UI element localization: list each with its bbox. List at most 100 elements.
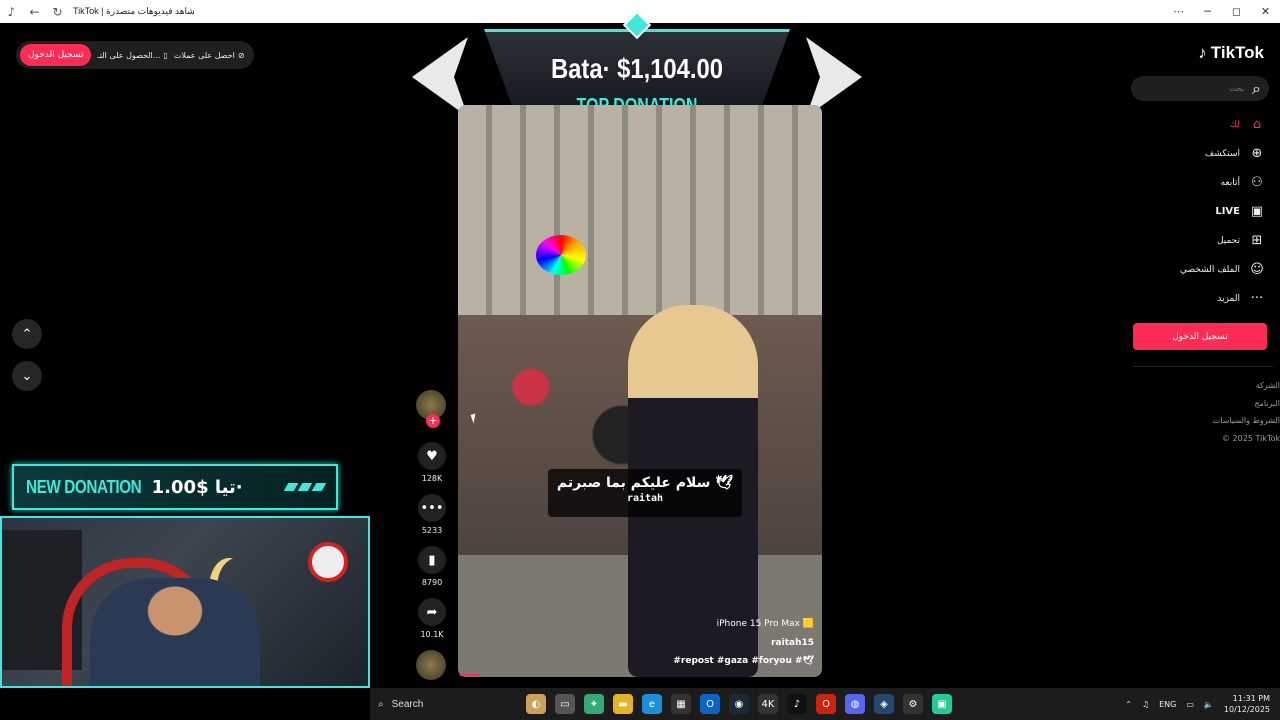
search-input[interactable] xyxy=(1154,84,1245,93)
sidebar-login-button[interactable]: تسجيل الدخول xyxy=(1133,323,1267,350)
next-video-button[interactable]: ⌄ xyxy=(12,361,42,391)
live-icon: ▣ xyxy=(1250,204,1264,219)
maximize-button[interactable]: ◻ xyxy=(1222,0,1251,23)
share-button[interactable]: ➦ 10.1K xyxy=(416,598,448,639)
video-scene-buildings xyxy=(458,105,822,345)
follow-plus-icon[interactable]: + xyxy=(426,414,440,428)
sidebar-item-label: استكشف xyxy=(1204,148,1240,159)
discord-icon[interactable]: ◍ xyxy=(845,694,865,714)
tiktok-favicon-icon: ♪ xyxy=(7,4,16,19)
save-button[interactable]: ▮ 8790 xyxy=(416,546,448,587)
creator-avatar-button[interactable]: + xyxy=(416,390,448,428)
comment-icon: ••• xyxy=(418,494,446,522)
back-arrow-icon[interactable]: ← xyxy=(23,0,46,23)
like-button[interactable]: ♥ 128K xyxy=(416,442,448,483)
sidebar-footer-links: الشركة البرنامج الشروط والسياسات © 2025 … xyxy=(1213,377,1280,447)
sidebar: ♪ TikTok ⌕ لك ⌂ استكشف ⊕ أتابعه ⚇ LIVE ▣… xyxy=(1125,23,1280,688)
app-icon[interactable]: ▣ xyxy=(932,694,952,714)
caption-line2: raitah xyxy=(626,493,664,504)
settings-gear-icon[interactable]: ⚙ xyxy=(903,694,923,714)
sidebar-item-label: المزيد xyxy=(1217,293,1240,304)
taskbar-search[interactable]: ⌕ Search xyxy=(378,692,506,716)
video-hashtags[interactable]: #repost #gaza #foryou #🕊 xyxy=(673,656,814,666)
new-donation-amount: 1.00$ تيا· xyxy=(151,476,243,498)
link-terms[interactable]: الشروط والسياسات xyxy=(1213,412,1280,430)
edge-icon[interactable]: e xyxy=(642,694,662,714)
network-icon[interactable]: ▭ xyxy=(1186,700,1194,709)
video-caption: سلام عليكم بما صبرتم 🕊 raitah xyxy=(548,469,742,517)
browser-menu-button[interactable]: ⋯ xyxy=(1164,0,1193,23)
previous-video-button[interactable]: ⌃ xyxy=(12,319,42,349)
sidebar-item-label: تحميل xyxy=(1216,235,1240,246)
opera-icon[interactable]: O xyxy=(816,694,836,714)
tiktok-app-icon[interactable]: ♪ xyxy=(787,694,807,714)
windows-taskbar: ⌕ Search ◐ ▭ ✦ ▬ e ▦ O ◉ 4K ♪ O ◍ ◈ ⚙ ▣ … xyxy=(370,688,1280,720)
file-explorer-icon[interactable]: ▬ xyxy=(613,694,633,714)
top-login-button[interactable]: تسجيل الدخول xyxy=(20,44,92,66)
more-icon: ··· xyxy=(1250,291,1264,306)
upload-icon: ⊞ xyxy=(1251,233,1263,248)
sidebar-item-explore[interactable]: استكشف ⊕ xyxy=(1126,139,1266,168)
video-username[interactable]: raitah15 xyxy=(771,638,814,648)
widgets-icon[interactable]: ◐ xyxy=(526,694,546,714)
sidebar-item-label: أتابعه xyxy=(1220,177,1240,188)
video-progress-bar[interactable] xyxy=(460,674,480,676)
new-donation-bar: NEW DONATION 1.00$ تيا· xyxy=(12,464,338,510)
copilot-icon[interactable]: ✦ xyxy=(584,694,604,714)
taskbar-clock[interactable]: 11:31 PM 10/12/2025 xyxy=(1224,693,1270,715)
get-app-button[interactable]: الحصول على التـ... ▯ xyxy=(97,51,167,60)
top-donation-banner: Bata· $1,104.00 TOP DONATION xyxy=(398,10,876,117)
link-program[interactable]: البرنامج xyxy=(1213,395,1280,413)
video-player[interactable] xyxy=(458,105,822,677)
minimize-button[interactable]: ─ xyxy=(1193,0,1222,23)
microphone-icon[interactable]: ♫ xyxy=(1142,700,1149,709)
phone-icon: ▯ xyxy=(163,50,168,60)
sidebar-menu: لك ⌂ استكشف ⊕ أتابعه ⚇ LIVE ▣ تحميل ⊞ ال… xyxy=(1126,110,1266,313)
reload-icon[interactable]: ↻ xyxy=(46,0,69,23)
store-icon[interactable]: ▦ xyxy=(671,694,691,714)
share-count: 10.1K xyxy=(420,630,444,639)
clock-time: 11:31 PM xyxy=(1232,694,1270,703)
comment-button[interactable]: ••• 5233 xyxy=(416,494,448,535)
music-disc-button[interactable] xyxy=(416,650,448,680)
tiktok-logo[interactable]: ♪ TikTok xyxy=(1198,43,1264,63)
bookmark-icon: ▮ xyxy=(418,546,446,574)
get-app-label: الحصول على التـ... xyxy=(97,50,161,60)
caption-line1: سلام عليكم بما صبرتم 🕊 xyxy=(556,475,734,491)
streamer xyxy=(90,578,260,686)
shield-icon[interactable]: ◈ xyxy=(874,694,894,714)
share-arrow-icon: ➦ xyxy=(418,598,446,626)
link-company[interactable]: الشركة xyxy=(1213,377,1280,395)
system-tray: ⌃ ♫ ENG ▭ 🔈 11:31 PM 10/12/2025 xyxy=(1125,693,1280,715)
video-scene-clown xyxy=(536,235,586,275)
outlook-icon[interactable]: O xyxy=(700,694,720,714)
window-title: TikTok | شاهد فيديوهات متصدرة xyxy=(73,6,195,16)
chevron-up-icon[interactable]: ⌃ xyxy=(1125,700,1132,709)
search-icon: ⌕ xyxy=(378,698,384,710)
clock-date: 10/12/2025 xyxy=(1223,705,1270,714)
search-box[interactable]: ⌕ xyxy=(1131,76,1269,101)
sidebar-item-more[interactable]: المزيد ··· xyxy=(1126,284,1266,313)
coin-icon: ⊘ xyxy=(237,50,245,60)
steam-icon[interactable]: ◉ xyxy=(729,694,749,714)
close-button[interactable]: ✕ xyxy=(1251,0,1280,23)
copyright: © 2025 TikTok xyxy=(1222,433,1280,443)
volume-icon[interactable]: 🔈 xyxy=(1204,700,1214,709)
task-view-icon[interactable]: ▭ xyxy=(555,694,575,714)
language-indicator[interactable]: ENG xyxy=(1159,700,1176,709)
home-icon: ⌂ xyxy=(1252,117,1262,132)
search-icon[interactable]: ⌕ xyxy=(1252,79,1261,99)
save-count: 8790 xyxy=(421,578,443,587)
tiktok-note-icon: ♪ xyxy=(1198,43,1207,62)
sidebar-item-for-you[interactable]: لك ⌂ xyxy=(1126,110,1266,139)
sidebar-item-profile[interactable]: الملف الشخصي ☺ xyxy=(1126,255,1266,284)
sidebar-divider xyxy=(1133,366,1273,367)
sidebar-item-live[interactable]: LIVE ▣ xyxy=(1126,197,1266,226)
top-donation-amount: Bata· $1,104.00 xyxy=(550,53,723,84)
sidebar-item-upload[interactable]: تحميل ⊞ xyxy=(1126,226,1266,255)
profile-icon: ☺ xyxy=(1250,262,1264,277)
4k-app-icon[interactable]: 4K xyxy=(758,694,778,714)
get-coins-button[interactable]: احصل على عملات ⊘ xyxy=(174,51,245,60)
sidebar-item-following[interactable]: أتابعه ⚇ xyxy=(1126,168,1266,197)
heart-icon: ♥ xyxy=(418,442,446,470)
